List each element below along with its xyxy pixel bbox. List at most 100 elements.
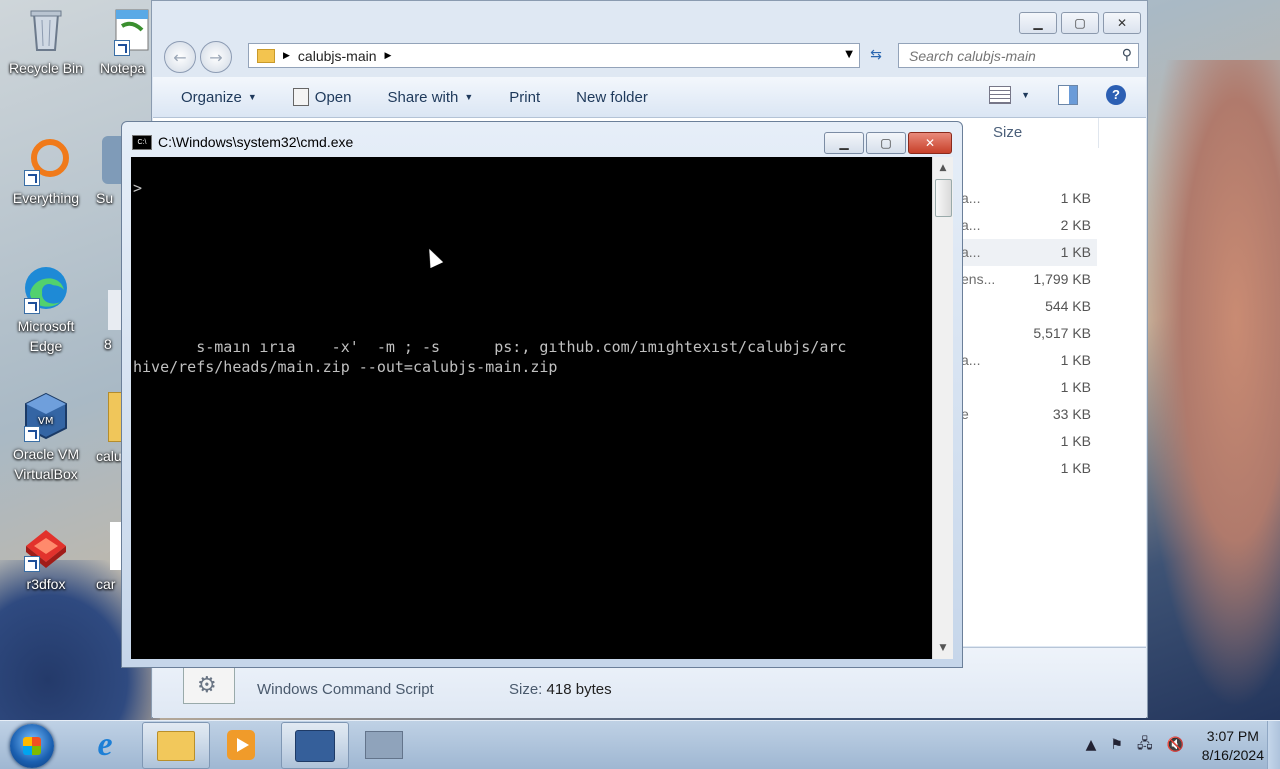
- clock-time: 3:07 PM: [1206, 728, 1259, 744]
- breadcrumb[interactable]: calubjs-main: [298, 48, 377, 64]
- address-bar[interactable]: ▶ calubjs-main ▶ ▼: [248, 43, 860, 68]
- close-icon: ✕: [924, 136, 936, 150]
- clock-date: 8/16/2024: [1201, 747, 1264, 763]
- taskbar-cmd[interactable]: [351, 722, 417, 767]
- desktop-icon-r3dfox[interactable]: r3dfox: [4, 522, 88, 594]
- desktop-icon-edge[interactable]: Microsoft Edge: [4, 264, 88, 356]
- file-type-icon: ⚙: [183, 666, 235, 704]
- scroll-down-icon[interactable]: ▼: [933, 639, 953, 657]
- chevron-right-icon: ▶: [283, 50, 290, 61]
- wallpaper-shape: [1140, 60, 1280, 710]
- file-name: a...: [961, 244, 981, 260]
- cmd-window-controls: ▁ ▢ ✕: [824, 132, 952, 154]
- clock[interactable]: 3:07 PM 8/16/2024: [1202, 727, 1264, 765]
- cmd-maximize-button[interactable]: ▢: [866, 132, 906, 154]
- file-row[interactable]: 1 KB: [961, 428, 1097, 455]
- help-icon[interactable]: ?: [1106, 85, 1126, 105]
- file-row[interactable]: ens... 1,799 KB: [961, 266, 1097, 293]
- minimize-icon: ▁: [1033, 16, 1043, 30]
- desktop-icon-label: r3dfox: [26, 576, 66, 592]
- chevron-down-icon: ▼: [247, 92, 257, 102]
- taskbar-ie[interactable]: e: [72, 722, 138, 767]
- column-divider[interactable]: [1098, 118, 1099, 148]
- show-desktop-button[interactable]: [1267, 721, 1280, 769]
- console-output[interactable]: > s-maın ırıa -x' -m ; -s ps:, gıthub.co…: [131, 157, 932, 659]
- file-row[interactable]: a... 1 KB: [961, 239, 1097, 266]
- scroll-thumb[interactable]: [935, 179, 952, 217]
- taskbar-media-player[interactable]: [208, 722, 274, 767]
- maximize-button[interactable]: ▢: [1061, 12, 1099, 34]
- size-label: Size:: [509, 681, 543, 698]
- file-row[interactable]: 544 KB: [961, 293, 1097, 320]
- desktop-icon-notepad[interactable]: Notepa: [90, 6, 152, 78]
- svg-text:VM: VM: [38, 416, 53, 427]
- folder-icon: [157, 730, 195, 761]
- desktop-icon-everything[interactable]: Everything: [4, 136, 88, 208]
- taskbar-explorer[interactable]: [142, 722, 210, 769]
- file-row[interactable]: 1 KB: [961, 455, 1097, 482]
- refresh-button[interactable]: ⇆: [865, 44, 887, 66]
- file-row[interactable]: 1 KB: [961, 374, 1097, 401]
- cmd-window[interactable]: C:\ C:\Windows\system32\cmd.exe ▁ ▢ ✕ > …: [121, 121, 963, 668]
- explorer-titlebar[interactable]: [152, 1, 1147, 39]
- chevron-down-icon: ▼: [464, 92, 474, 102]
- file-row[interactable]: 5,517 KB: [961, 320, 1097, 347]
- file-row[interactable]: a... 1 KB: [961, 185, 1097, 212]
- show-hidden-icons-icon[interactable]: ▲: [1086, 737, 1097, 753]
- flag-icon[interactable]: ⚑: [1110, 737, 1123, 753]
- forward-button[interactable]: →: [200, 41, 232, 73]
- desktop-icon-virtualbox[interactable]: VM Oracle VM VirtualBox: [4, 392, 88, 484]
- start-button[interactable]: [10, 724, 54, 768]
- chevron-right-icon[interactable]: ▶: [385, 51, 392, 61]
- chevron-down-icon[interactable]: ▼: [845, 49, 853, 60]
- list-view-icon: [989, 86, 1012, 104]
- share-with-button[interactable]: Share with ▼: [370, 89, 492, 106]
- size-value: 418 bytes: [546, 681, 612, 698]
- console-prompt: >: [133, 179, 143, 197]
- open-label: Open: [314, 88, 352, 106]
- close-icon: ✕: [1116, 16, 1128, 30]
- virtualbox-icon: VM: [22, 392, 70, 442]
- open-button[interactable]: Open: [275, 88, 370, 106]
- gear-icon: ⚙: [197, 673, 217, 698]
- cmd-titlebar[interactable]: C:\ C:\Windows\system32\cmd.exe: [132, 134, 353, 150]
- back-button[interactable]: ←: [164, 41, 196, 73]
- cmd-close-button[interactable]: ✕: [908, 132, 952, 154]
- column-header-size[interactable]: Size: [993, 124, 1022, 141]
- file-type: Windows Command Script: [257, 681, 434, 698]
- file-size: 1 KB: [1060, 244, 1091, 260]
- organize-button[interactable]: Organize ▼: [153, 89, 275, 106]
- volume-muted-icon[interactable]: 🔇: [1167, 737, 1184, 753]
- organize-label: Organize: [181, 88, 242, 106]
- search-icon[interactable]: ⚲: [1122, 47, 1132, 63]
- file-size: 1 KB: [1060, 379, 1091, 395]
- search-input[interactable]: [907, 46, 1111, 65]
- file-size: 1,799 KB: [1033, 271, 1091, 287]
- back-arrow-icon: ←: [173, 47, 187, 67]
- taskbar-virtualbox[interactable]: [281, 722, 349, 769]
- network-icon[interactable]: 🖧: [1137, 733, 1153, 757]
- change-view-button[interactable]: ▼: [989, 86, 1030, 104]
- cmd-scrollbar[interactable]: ▲ ▼: [932, 157, 953, 659]
- maximize-icon: ▢: [1074, 16, 1086, 30]
- new-folder-label: New folder: [576, 88, 648, 106]
- explorer-window-controls: ▁ ▢ ✕: [1019, 12, 1141, 34]
- file-row[interactable]: a... 1 KB: [961, 347, 1097, 374]
- scroll-up-icon[interactable]: ▲: [933, 159, 953, 177]
- file-size: 1 KB: [1060, 433, 1091, 449]
- file-name: ens...: [961, 271, 996, 287]
- desktop-icon-recycle-bin[interactable]: Recycle Bin: [4, 6, 88, 78]
- cmd-icon: [365, 730, 403, 759]
- preview-pane-icon[interactable]: [1058, 85, 1078, 105]
- print-button[interactable]: Print: [491, 89, 558, 106]
- close-button[interactable]: ✕: [1103, 12, 1141, 34]
- file-row[interactable]: a... 2 KB: [961, 212, 1097, 239]
- file-row[interactable]: e 33 KB: [961, 401, 1097, 428]
- console-line: s-maın ırıa -x' -m ; -s ps:, gıthub.com/…: [133, 338, 847, 356]
- new-folder-button[interactable]: New folder: [558, 89, 666, 106]
- minimize-button[interactable]: ▁: [1019, 12, 1057, 34]
- media-player-icon: [227, 729, 255, 760]
- cmd-minimize-button[interactable]: ▁: [824, 132, 864, 154]
- minimize-icon: ▁: [839, 136, 849, 150]
- search-box[interactable]: ⚲: [898, 43, 1139, 68]
